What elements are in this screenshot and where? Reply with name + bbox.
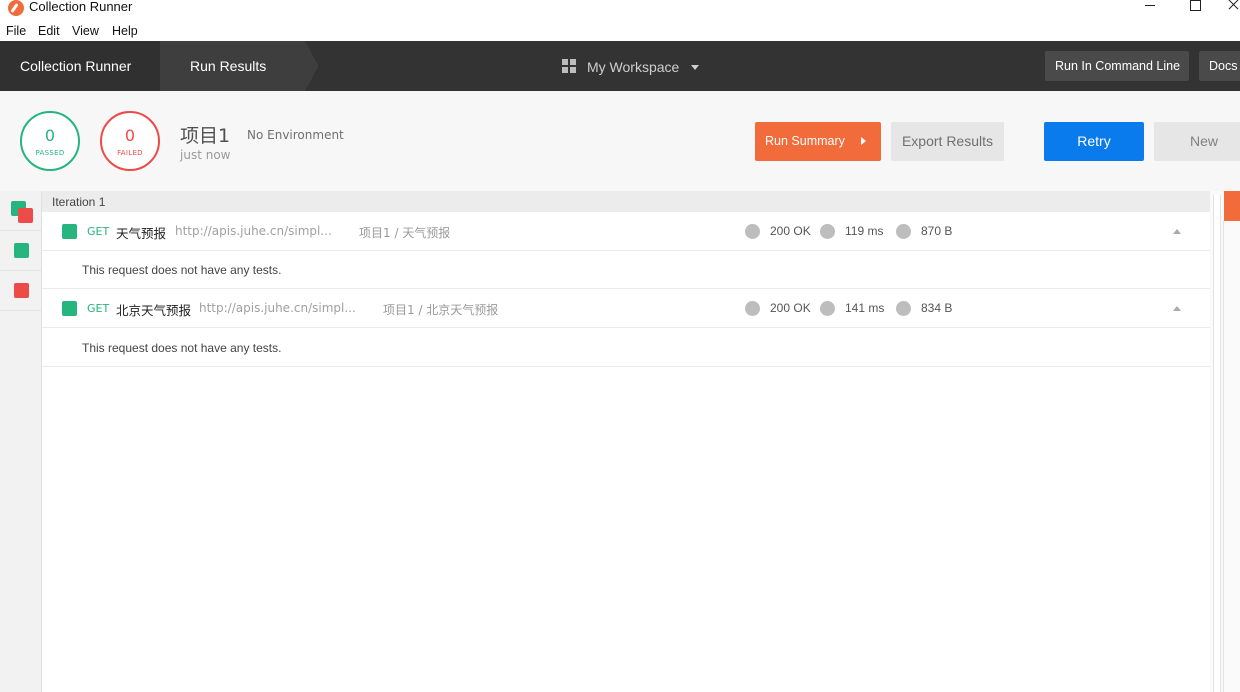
workspace-selector[interactable]: My Workspace — [587, 59, 679, 75]
breadcrumb-run-results[interactable]: Run Results — [160, 41, 320, 91]
failed-count: 0 — [124, 126, 136, 145]
request-url: http://apis.juhe.cn/simpl... — [199, 301, 356, 315]
scrollbar-thumb[interactable] — [1214, 195, 1220, 692]
menu-view[interactable]: View — [72, 24, 99, 38]
request-url: http://apis.juhe.cn/simpl... — [175, 224, 332, 238]
pass-indicator-icon — [62, 224, 77, 239]
run-summary-label: Run Summary — [765, 134, 845, 148]
size-dot-icon — [896, 224, 911, 239]
app-header: Collection Runner Run Results My Workspa… — [0, 41, 1240, 91]
response-size: 870 B — [921, 224, 953, 238]
iteration-item-1[interactable] — [0, 191, 41, 231]
tests-note-text: This request does not have any tests. — [82, 263, 282, 277]
run-time: just now — [180, 148, 231, 162]
menu-help[interactable]: Help — [112, 24, 138, 38]
retry-button[interactable]: Retry — [1044, 122, 1144, 161]
export-results-button[interactable]: Export Results — [891, 122, 1004, 161]
response-time: 119 ms — [845, 224, 884, 238]
request-row[interactable]: GET 北京天气预报 http://apis.juhe.cn/simpl... … — [42, 289, 1210, 328]
breadcrumb-label: Run Results — [190, 58, 267, 74]
request-path: 项目1 / 北京天气预报 — [383, 303, 499, 317]
response-status: 200 OK — [770, 224, 811, 238]
failed-counter: 0 FAILED — [100, 111, 160, 171]
collection-name: 项目1 — [180, 125, 231, 147]
iteration-label: Iteration 1 — [52, 195, 106, 209]
minimize-icon[interactable] — [1138, 0, 1178, 14]
request-tests-note: This request does not have any tests. — [42, 329, 1210, 367]
menu-file[interactable]: File — [6, 24, 26, 38]
run-summary-button[interactable]: Run Summary — [755, 122, 881, 161]
size-dot-icon — [896, 301, 911, 316]
breadcrumb-separator — [305, 41, 320, 91]
breadcrumb-label: Collection Runner — [20, 58, 132, 74]
passed-counter: 0 PASSED — [20, 111, 80, 171]
divider — [1223, 221, 1224, 692]
chevron-up-icon[interactable] — [1173, 306, 1181, 311]
fail-indicator-icon — [14, 283, 29, 298]
postman-logo-icon — [8, 0, 24, 16]
grid-icon[interactable] — [562, 59, 576, 73]
fail-indicator-icon — [18, 208, 33, 223]
status-dot-icon — [745, 301, 760, 316]
iteration-header: Iteration 1 — [42, 191, 1210, 212]
request-method: GET — [87, 225, 110, 238]
breadcrumb-collection-runner[interactable]: Collection Runner — [0, 41, 160, 91]
run-in-command-line-button[interactable]: Run In Command Line — [1045, 51, 1189, 81]
pass-indicator-icon — [62, 301, 77, 316]
chevron-up-icon[interactable] — [1173, 229, 1181, 234]
pass-indicator-icon — [14, 243, 29, 258]
response-size: 834 B — [921, 301, 953, 315]
environment-label: No Environment — [247, 128, 344, 142]
request-method: GET — [87, 302, 110, 315]
request-tests-note: This request does not have any tests. — [42, 251, 1210, 289]
status-dot-icon — [745, 224, 760, 239]
request-name: 天气预报 — [116, 226, 167, 241]
window-title: Collection Runner — [29, 0, 133, 14]
menu-bar: File Edit View Help — [0, 21, 1240, 41]
window-titlebar: Collection Runner — [0, 0, 1240, 21]
response-status: 200 OK — [770, 301, 811, 315]
menu-edit[interactable]: Edit — [38, 24, 60, 38]
iteration-filter-failed[interactable] — [0, 271, 41, 311]
chevron-right-icon — [861, 137, 866, 145]
iteration-sidebar — [0, 191, 42, 692]
side-panel-tab[interactable] — [1224, 191, 1240, 221]
passed-count: 0 — [44, 126, 56, 145]
passed-label: PASSED — [35, 149, 65, 157]
request-path: 项目1 / 天气预报 — [359, 226, 451, 240]
iteration-filter-passed[interactable] — [0, 231, 41, 271]
tests-note-text: This request does not have any tests. — [82, 341, 282, 355]
new-button[interactable]: New — [1154, 122, 1240, 161]
request-row[interactable]: GET 天气预报 http://apis.juhe.cn/simpl... 项目… — [42, 212, 1210, 251]
results-empty-area — [42, 367, 1210, 692]
docs-button[interactable]: Docs — [1199, 51, 1240, 81]
failed-label: FAILED — [117, 149, 143, 157]
time-dot-icon — [820, 224, 835, 239]
run-summary-bar: 0 PASSED 0 FAILED 项目1 No Environment jus… — [0, 91, 1240, 191]
request-name: 北京天气预报 — [116, 303, 192, 318]
time-dot-icon — [820, 301, 835, 316]
chevron-down-icon[interactable] — [691, 65, 699, 70]
close-icon[interactable] — [1215, 0, 1240, 14]
response-time: 141 ms — [845, 301, 885, 315]
